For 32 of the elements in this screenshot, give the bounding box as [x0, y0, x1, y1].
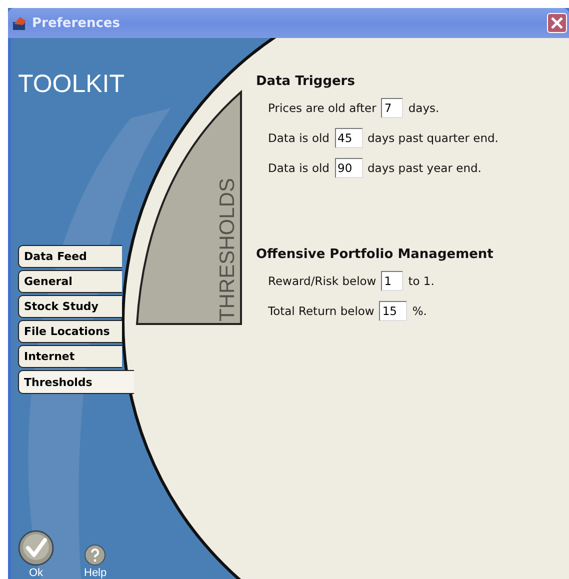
app-icon — [12, 15, 28, 31]
window-title: Preferences — [32, 16, 121, 30]
banner-title: THRESHOLDS — [217, 178, 238, 322]
nav-tab[interactable]: Stock Study — [18, 295, 122, 318]
help-icon — [84, 544, 106, 566]
field-unit: %. — [412, 304, 427, 318]
nav-tab[interactable]: General — [18, 270, 122, 293]
ok-button[interactable]: Ok — [18, 530, 54, 579]
field-label: Total Return below — [268, 304, 374, 318]
field-label: Prices are old after — [268, 101, 376, 115]
input-field[interactable]: 45 — [334, 128, 362, 148]
input-field[interactable]: 7 — [381, 98, 404, 118]
brand-title: TOOLKIT — [18, 70, 125, 99]
field-unit: days past year end. — [368, 161, 482, 175]
close-button[interactable] — [547, 13, 567, 33]
field-label: Reward/Risk below — [268, 274, 376, 288]
checkmark-icon — [18, 530, 54, 566]
section-title: Offensive Portfolio Management — [256, 247, 494, 262]
input-field[interactable]: 90 — [334, 158, 362, 178]
input-field[interactable]: 15 — [379, 301, 408, 321]
input-field[interactable]: 1 — [381, 271, 404, 291]
field-unit: days. — [408, 101, 440, 115]
field-label: Data is old — [268, 161, 330, 175]
nav-tab[interactable]: File Locations — [18, 320, 122, 343]
help-button[interactable]: Help — [84, 544, 107, 579]
field-unit: days past quarter end. — [368, 131, 498, 145]
field-label: Data is old — [268, 131, 330, 145]
section-title: Data Triggers — [256, 74, 356, 89]
nav-tab[interactable]: Data Feed — [18, 245, 122, 268]
field-unit: to 1. — [408, 274, 434, 288]
nav-tab[interactable]: Thresholds — [18, 370, 134, 394]
nav-tab[interactable]: Internet — [18, 345, 122, 368]
